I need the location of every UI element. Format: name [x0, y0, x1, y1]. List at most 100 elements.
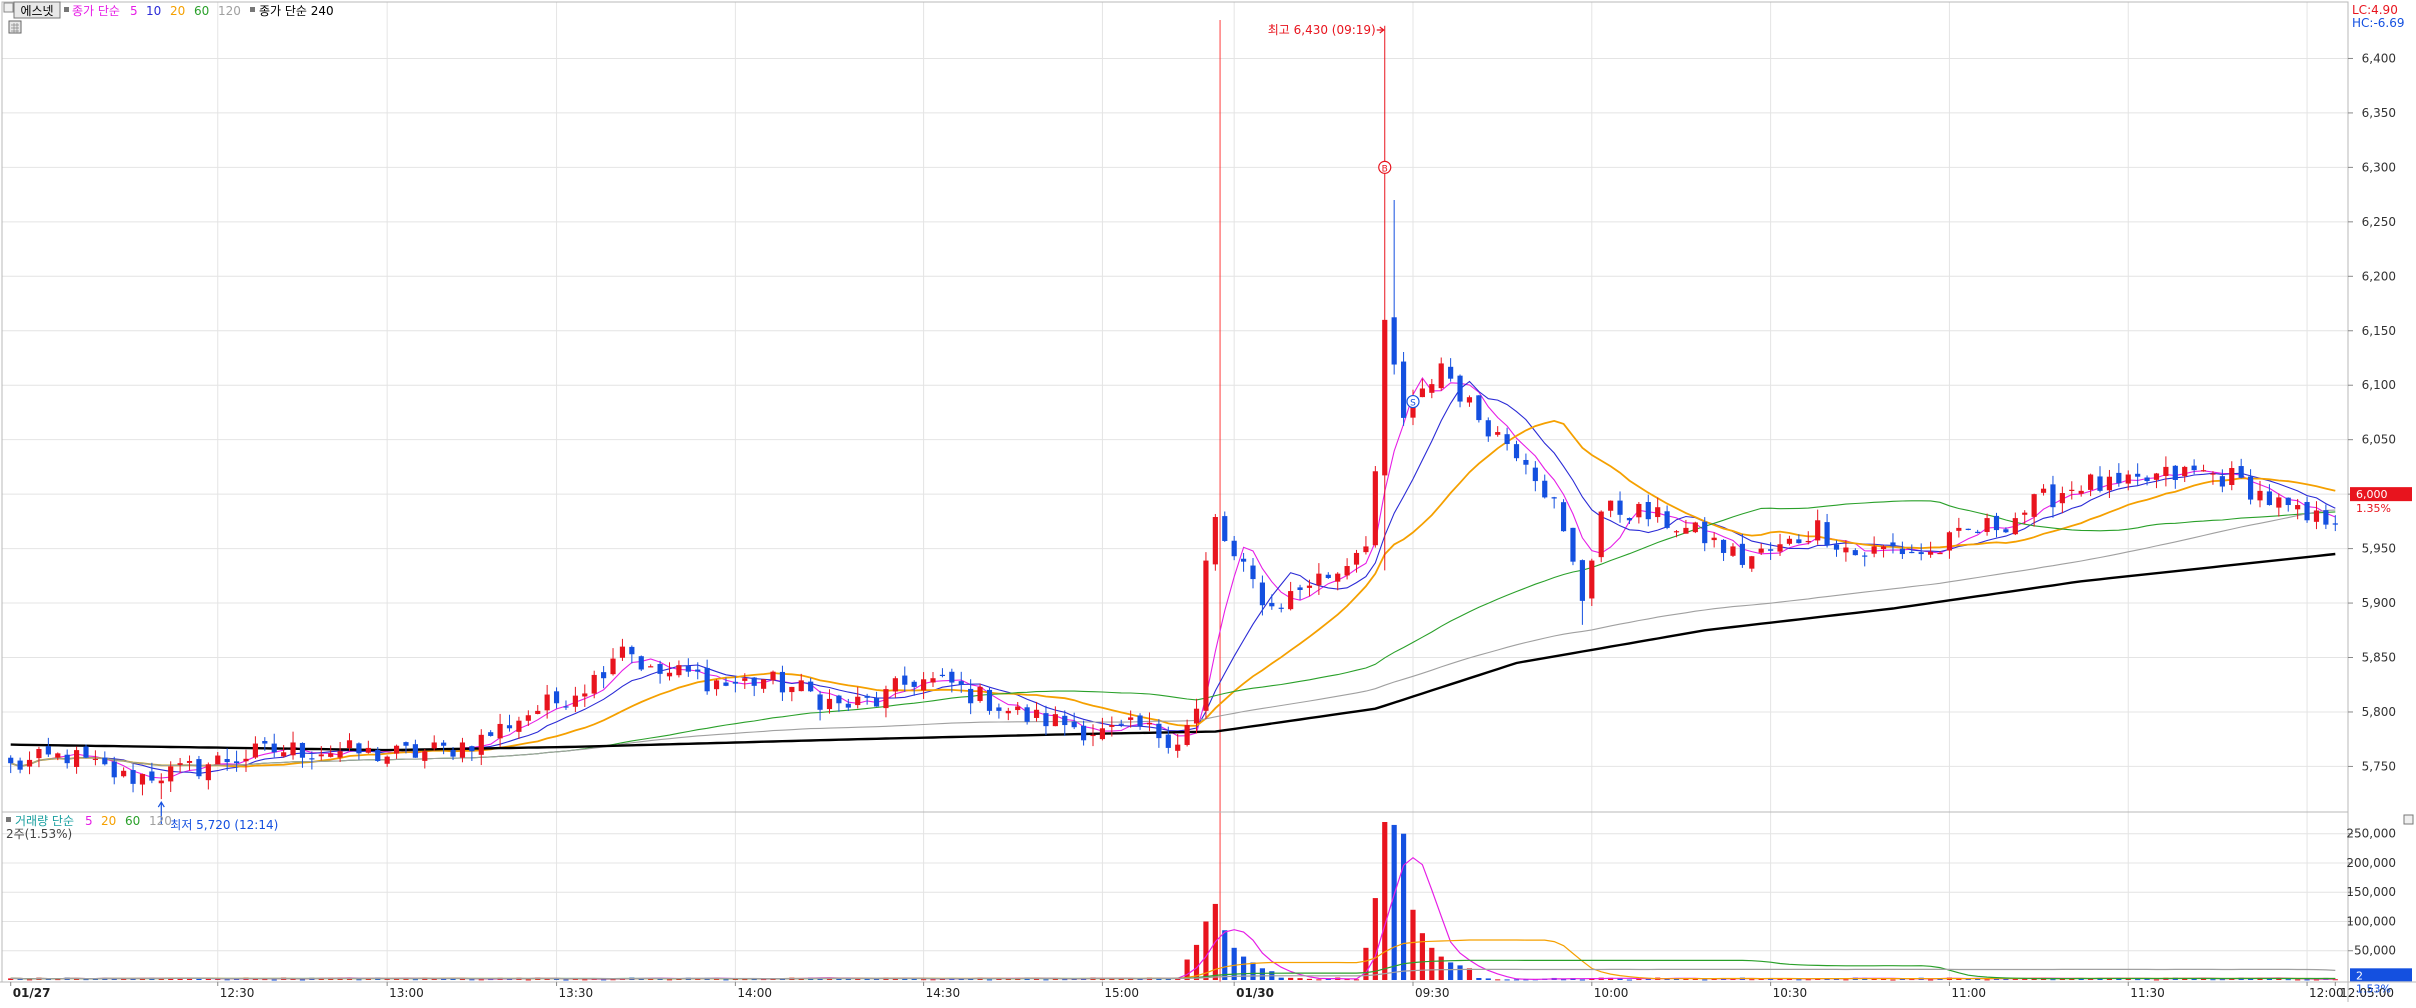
candle-body: [1730, 546, 1736, 556]
candle-body: [1664, 511, 1670, 528]
panel-close-button[interactable]: [2403, 814, 2414, 825]
candle-body: [102, 757, 108, 765]
candle-body: [1476, 395, 1482, 421]
volume-bar: [1259, 968, 1265, 980]
ma-period-5: 5: [130, 4, 138, 18]
volume-bar: [1043, 979, 1049, 981]
candle-body: [1984, 518, 1990, 532]
volume-bar: [2153, 979, 2160, 981]
sell-marker-label: S: [1410, 399, 1416, 409]
candle-body: [2191, 465, 2197, 471]
candle-body: [1353, 552, 1360, 565]
volume-bar: [469, 979, 475, 981]
candle-body: [516, 720, 522, 732]
candle-body: [149, 771, 155, 781]
candle-body: [328, 753, 334, 757]
time-label: 13:30: [559, 986, 594, 1000]
candle-body: [1542, 480, 1548, 498]
candle: [1692, 521, 1698, 534]
volume-bar: [1928, 979, 1934, 981]
volume-bar: [986, 979, 993, 981]
candle-body: [1128, 717, 1134, 720]
lc-label: LC:4.90: [2352, 3, 2398, 17]
candle-body: [1259, 582, 1265, 606]
candle-body: [497, 723, 503, 739]
candle-body: [544, 694, 550, 711]
candle-body: [2323, 510, 2329, 525]
candle: [1570, 527, 1576, 566]
volume-tick-label: 50,000: [2354, 944, 2396, 958]
candle-body: [855, 696, 861, 706]
candle-body: [2031, 494, 2037, 517]
volume-bar: [1410, 909, 1416, 980]
candle-body: [1109, 725, 1115, 727]
candle: [1372, 466, 1378, 548]
candle-body: [2313, 510, 2320, 522]
volume-bar: [2295, 979, 2301, 981]
candle-body: [1504, 434, 1510, 445]
candle-body: [1071, 721, 1077, 728]
candle-body: [648, 666, 654, 668]
price-tick-label: 6,050: [2362, 433, 2396, 447]
ma-period-10: 10: [146, 4, 161, 18]
candle-body: [1975, 531, 1981, 533]
volume-bar: [1382, 822, 1388, 980]
candle-body: [1937, 552, 1943, 555]
price-tick-label: 5,900: [2362, 596, 2396, 610]
current-change-label: 1.35%: [2356, 502, 2391, 515]
candle-body: [262, 740, 268, 744]
candle-body: [1363, 546, 1369, 553]
volume-bar: [2304, 979, 2310, 981]
low-annotation: 최저 5,720 (12:14): [170, 818, 278, 832]
candle-body: [798, 680, 804, 692]
candle-body: [2088, 474, 2094, 490]
candle-body: [177, 763, 183, 765]
volume-bar: [26, 979, 33, 981]
volume-bar: [1796, 979, 1802, 981]
candle-body: [751, 677, 757, 686]
candle-body: [1297, 587, 1303, 590]
volume-bar: [1222, 930, 1228, 980]
candle-body: [1005, 710, 1011, 714]
volume-ma-period-60: 60: [125, 814, 140, 828]
candle-body: [1382, 319, 1388, 476]
candle-body: [1175, 744, 1181, 751]
candle-body: [1400, 361, 1407, 418]
candle: [986, 687, 993, 715]
volume-bar: [1372, 898, 1378, 980]
candle-body: [1146, 722, 1153, 725]
candle: [1400, 352, 1407, 426]
candle-body: [1495, 432, 1501, 435]
candle-body: [1655, 507, 1661, 518]
candle-body: [1796, 539, 1802, 544]
candle-body: [1250, 565, 1256, 580]
volume-bar: [525, 979, 531, 981]
volume-bar: [1419, 933, 1425, 980]
time-label: 10:00: [1594, 986, 1629, 1000]
candle-body: [1212, 517, 1218, 565]
time-label: 09:30: [1415, 986, 1450, 1000]
price-tick-label: 6,250: [2362, 215, 2396, 229]
candle-body: [1786, 538, 1793, 544]
volume-bar: [1231, 947, 1237, 980]
candle-body: [968, 688, 974, 704]
candle-body: [441, 742, 447, 746]
candle-body: [1062, 715, 1068, 726]
candle-body: [488, 732, 494, 736]
candle: [1212, 514, 1218, 571]
time-label: 12:00: [2309, 986, 2344, 1000]
volume-bar: [1485, 978, 1491, 980]
candle: [1560, 499, 1567, 532]
candle-body: [1090, 734, 1096, 737]
candle-body: [638, 656, 644, 670]
candle-body: [1325, 574, 1331, 579]
volume-bar: [2210, 979, 2216, 981]
candle-body: [911, 681, 917, 687]
time-label: 11:00: [1951, 986, 1986, 1000]
candle-body: [337, 751, 343, 758]
candle: [196, 755, 202, 780]
candle-body: [1862, 555, 1868, 557]
candle-body: [1043, 713, 1049, 727]
volume-bar: [459, 979, 466, 981]
candle-body: [892, 678, 898, 692]
